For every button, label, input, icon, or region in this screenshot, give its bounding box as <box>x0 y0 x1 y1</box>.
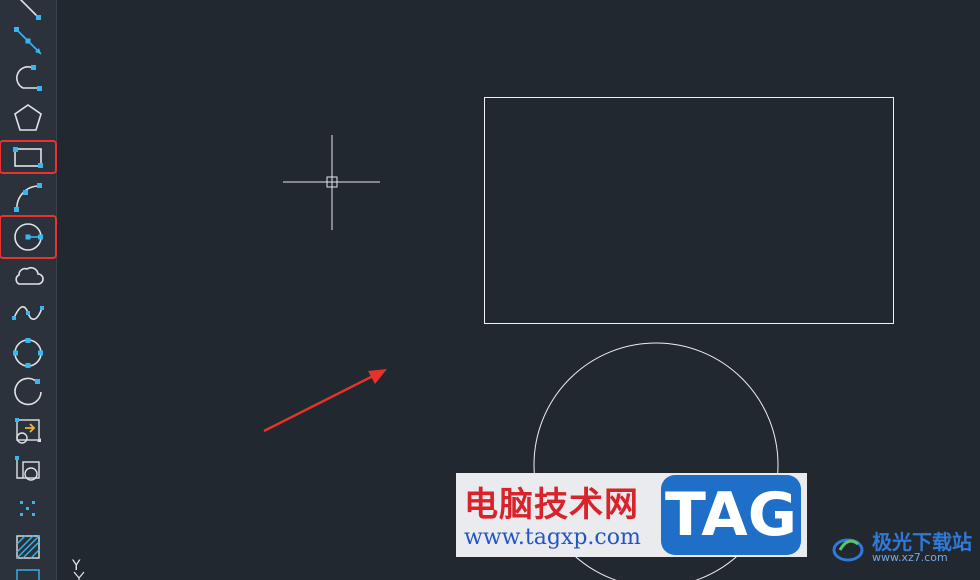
point-tool[interactable] <box>8 492 48 526</box>
crosshair-cursor <box>283 135 380 230</box>
gradient-icon <box>16 569 40 580</box>
drawn-rectangle[interactable] <box>484 97 894 324</box>
hatch-icon <box>16 535 40 559</box>
brand-name: 极光下载站 <box>872 530 972 554</box>
spline-tool[interactable] <box>8 296 48 330</box>
ellipse-icon <box>13 338 43 368</box>
spline-icon <box>12 306 44 320</box>
aurora-logo-icon <box>832 538 864 562</box>
revision-cloud-tool[interactable] <box>8 258 48 292</box>
arc-tool[interactable] <box>8 180 48 214</box>
circle-icon <box>14 223 43 251</box>
hatch-tool[interactable] <box>8 530 48 564</box>
watermark-tag-logo: TAG <box>661 475 801 555</box>
ucs-y-label: Y <box>72 558 81 574</box>
circle-tool[interactable] <box>0 215 57 259</box>
line-icon <box>19 0 41 20</box>
ellipse-arc-tool[interactable] <box>8 374 48 408</box>
construction-line-icon <box>14 27 42 55</box>
polyline-tool[interactable] <box>8 62 48 96</box>
annotation-arrow <box>263 369 387 433</box>
ellipse-arc-icon <box>14 377 42 406</box>
insert-block-icon <box>15 418 41 444</box>
polyline-icon <box>16 65 42 91</box>
pentagon-icon <box>14 104 42 131</box>
arc-icon <box>14 183 42 212</box>
make-block-tool[interactable] <box>8 452 48 486</box>
line-tool[interactable] <box>8 0 48 24</box>
rectangle-tool[interactable] <box>0 140 57 174</box>
polygon-tool[interactable] <box>8 101 48 135</box>
construction-line-tool[interactable] <box>8 24 48 58</box>
draw-toolbar <box>0 0 57 580</box>
watermark-banner: 电脑技术网 www.tagxp.com TAG <box>456 473 807 557</box>
point-icon <box>20 501 35 516</box>
insert-block-tool[interactable] <box>8 414 48 448</box>
ellipse-tool[interactable] <box>8 336 48 370</box>
watermark-url: www.tagxp.com <box>464 525 641 550</box>
brand-logo: 极光下载站 www.xz7.com <box>830 528 972 568</box>
watermark-cn-text: 电脑技术网 <box>464 485 639 525</box>
gradient-tool[interactable] <box>8 568 48 580</box>
cloud-icon <box>15 266 44 285</box>
rectangle-icon <box>13 147 43 168</box>
make-block-icon <box>15 456 40 481</box>
